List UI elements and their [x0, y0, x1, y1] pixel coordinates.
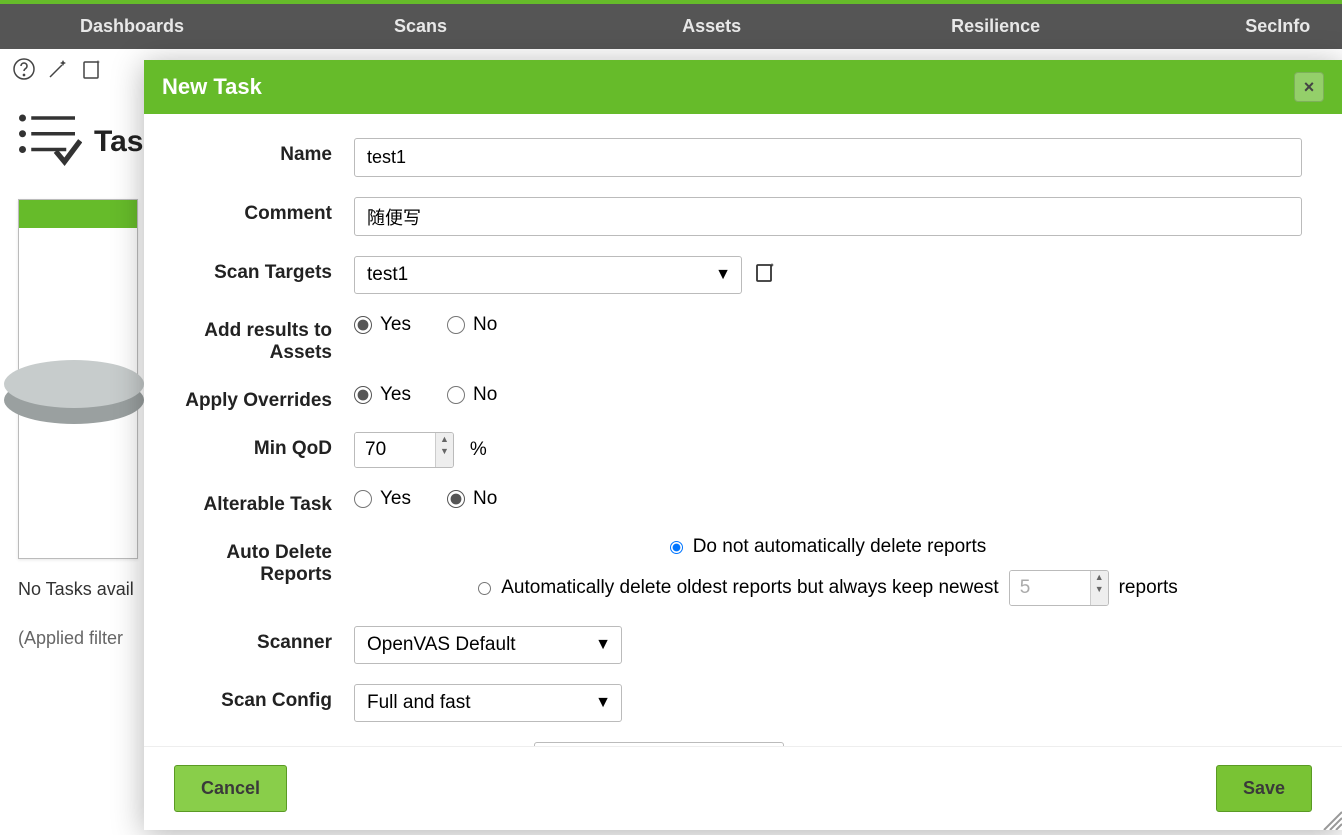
dialog-body[interactable]: Name Comment Scan Targets test1 ▼	[144, 114, 1342, 746]
help-icon[interactable]	[12, 57, 36, 86]
label-alterable: Alterable Task	[164, 488, 354, 516]
min-qod-up[interactable]: ▲	[436, 433, 453, 445]
reports-suffix: reports	[1119, 577, 1178, 599]
tasks-icon	[12, 104, 82, 179]
new-task-icon[interactable]	[80, 57, 104, 86]
percent-label: %	[470, 439, 487, 461]
min-qod-down[interactable]: ▼	[436, 445, 453, 457]
nav-resilience[interactable]: Resilience	[911, 16, 1080, 37]
add-results-no[interactable]: No	[447, 314, 497, 336]
scan-config-select[interactable]: Full and fast ▼	[354, 684, 622, 722]
nav-assets[interactable]: Assets	[642, 16, 781, 37]
dialog-title: New Task	[162, 74, 262, 100]
scanner-select[interactable]: OpenVAS Default ▼	[354, 626, 622, 664]
resize-grip[interactable]	[1318, 806, 1342, 830]
empty-chart-icon	[0, 340, 149, 445]
label-add-results: Add results to Assets	[164, 314, 354, 364]
chevron-down-icon: ▼	[715, 266, 731, 284]
apply-overrides-no[interactable]: No	[447, 384, 497, 406]
alterable-yes[interactable]: Yes	[354, 488, 411, 510]
name-input[interactable]	[354, 138, 1302, 177]
scan-targets-value: test1	[367, 264, 408, 285]
close-button[interactable]: ×	[1294, 72, 1324, 102]
label-comment: Comment	[164, 197, 354, 225]
label-scan-config: Scan Config	[164, 684, 354, 712]
save-button[interactable]: Save	[1216, 765, 1312, 812]
auto-delete-yes[interactable]: Automatically delete oldest reports but …	[478, 577, 998, 599]
chevron-down-icon: ▼	[595, 636, 611, 654]
keep-newest-up[interactable]: ▲	[1091, 571, 1108, 583]
keep-newest-down[interactable]: ▼	[1091, 583, 1108, 595]
label-scanner: Scanner	[164, 626, 354, 654]
label-auto-delete: Auto Delete Reports	[164, 536, 354, 586]
scan-config-value: Full and fast	[367, 692, 471, 713]
label-apply-overrides: Apply Overrides	[164, 384, 354, 412]
scanner-value: OpenVAS Default	[367, 634, 516, 655]
scan-targets-select[interactable]: test1 ▼	[354, 256, 742, 294]
comment-input[interactable]	[354, 197, 1302, 236]
nav-dashboards[interactable]: Dashboards	[40, 16, 224, 37]
cancel-button[interactable]: Cancel	[174, 765, 287, 812]
nav-scans[interactable]: Scans	[354, 16, 487, 37]
new-task-dialog: New Task × Name Comment Scan Targets tes…	[144, 60, 1342, 830]
label-name: Name	[164, 138, 354, 166]
keep-newest-input[interactable]	[1010, 571, 1090, 605]
min-qod-input[interactable]	[355, 433, 435, 467]
label-scan-targets: Scan Targets	[164, 256, 354, 284]
page-title: Tas	[94, 125, 143, 159]
label-min-qod: Min QoD	[164, 432, 354, 460]
apply-overrides-yes[interactable]: Yes	[354, 384, 411, 406]
alterable-no[interactable]: No	[447, 488, 497, 510]
chevron-down-icon: ▼	[595, 694, 611, 712]
auto-delete-no[interactable]: Do not automatically delete reports	[670, 536, 987, 558]
wizard-icon[interactable]	[46, 57, 70, 86]
dashboard-card	[18, 199, 138, 559]
nav-secinfo[interactable]: SecInfo	[1205, 16, 1342, 37]
main-nav: Dashboards Scans Assets Resilience SecIn…	[0, 4, 1342, 49]
add-results-yes[interactable]: Yes	[354, 314, 411, 336]
new-target-icon[interactable]	[754, 260, 778, 290]
